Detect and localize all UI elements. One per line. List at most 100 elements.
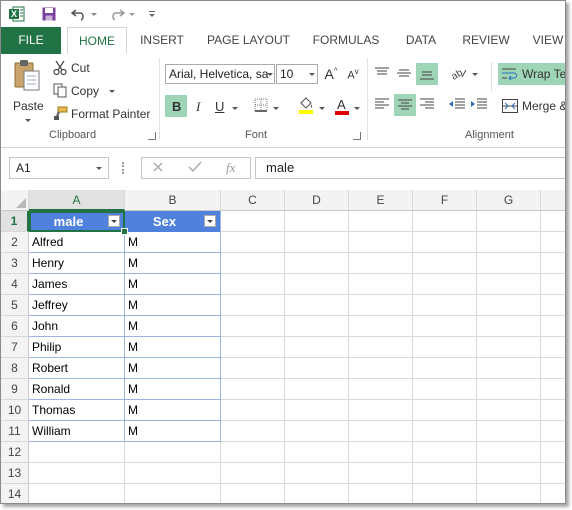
tab-review[interactable]: REVIEW (456, 27, 516, 54)
italic-button[interactable]: I (196, 99, 200, 115)
fill-handle[interactable] (121, 228, 128, 235)
column-header-a[interactable]: A (29, 190, 125, 211)
tab-insert[interactable]: INSERT (135, 27, 189, 54)
merge-center-button[interactable]: Merge & (498, 95, 565, 117)
decrease-indent-button[interactable] (447, 95, 467, 115)
middle-align-button[interactable] (394, 64, 414, 84)
fill-color-dropdown-icon[interactable] (319, 107, 325, 110)
select-all-corner[interactable] (1, 190, 29, 211)
font-launcher-icon[interactable] (353, 132, 361, 140)
row-header-2[interactable]: 2 (1, 232, 29, 253)
align-right-button[interactable] (417, 95, 437, 115)
row-header-9[interactable]: 9 (1, 379, 29, 400)
font-name-field[interactable]: Arial, Helvetica, sa (165, 64, 275, 84)
filter-dropdown-icon[interactable] (108, 215, 120, 227)
formula-input[interactable]: male (255, 157, 565, 179)
name-box[interactable]: A1 (9, 157, 109, 179)
table-cell[interactable]: M (125, 400, 221, 421)
row-header-3[interactable]: 3 (1, 253, 29, 274)
column-header-c[interactable]: C (221, 190, 285, 211)
fill-color-button[interactable] (296, 95, 316, 117)
table-cell[interactable]: M (125, 421, 221, 442)
column-header-d[interactable]: D (285, 190, 349, 211)
column-header-b[interactable]: B (125, 190, 221, 211)
tab-home[interactable]: HOME (67, 27, 127, 54)
enter-check-icon[interactable] (188, 161, 202, 176)
font-color-dropdown-icon[interactable] (354, 107, 360, 110)
decrease-font-size-button[interactable]: Av (343, 64, 363, 84)
orientation-dropdown-icon[interactable] (472, 73, 478, 76)
table-cell[interactable]: M (125, 253, 221, 274)
tab-data[interactable]: DATA (396, 27, 446, 54)
column-header-g[interactable]: G (477, 190, 541, 211)
table-cell[interactable]: M (125, 337, 221, 358)
row-header-5[interactable]: 5 (1, 295, 29, 316)
table-cell[interactable]: M (125, 274, 221, 295)
table-cell[interactable]: M (125, 295, 221, 316)
borders-button[interactable] (252, 97, 270, 115)
format-painter-button[interactable]: Format Painter (51, 105, 153, 123)
table-cell[interactable]: Thomas (29, 400, 125, 421)
redo-dropdown-icon[interactable] (128, 6, 136, 22)
tab-formulas[interactable]: FORMULAS (307, 27, 385, 54)
row-header-11[interactable]: 11 (1, 421, 29, 442)
table-cell[interactable]: M (125, 232, 221, 253)
name-box-dropdown-icon[interactable] (96, 167, 102, 170)
font-size-dropdown-icon[interactable] (309, 73, 315, 76)
wrap-text-button[interactable]: Wrap Te (498, 63, 565, 85)
table-header-cell[interactable]: Sex (125, 211, 221, 232)
table-cell[interactable]: Henry (29, 253, 125, 274)
paste-button[interactable]: Paste (7, 59, 47, 129)
clipboard-launcher-icon[interactable] (148, 132, 156, 140)
table-cell[interactable]: M (125, 358, 221, 379)
row-header-14[interactable]: 14 (1, 484, 29, 503)
table-header-cell[interactable]: male (29, 211, 125, 232)
align-left-button[interactable] (372, 95, 392, 115)
redo-icon[interactable] (109, 6, 125, 22)
row-header-8[interactable]: 8 (1, 358, 29, 379)
row-header-6[interactable]: 6 (1, 316, 29, 337)
underline-button[interactable]: U (215, 99, 224, 114)
font-name-dropdown-icon[interactable] (267, 73, 273, 76)
row-header-1[interactable]: 1 (1, 211, 29, 232)
tab-view[interactable]: VIEW (526, 27, 565, 54)
table-cell[interactable]: Jeffrey (29, 295, 125, 316)
worksheet-grid[interactable]: ABCDEFG 1 2 3 4 5 6 7 8 9 10 11 12 13 14 male Sex Alfre… (1, 190, 565, 503)
table-cell[interactable]: Ronald (29, 379, 125, 400)
bottom-align-button[interactable] (416, 63, 438, 85)
table-cell[interactable]: William (29, 421, 125, 442)
row-header-10[interactable]: 10 (1, 400, 29, 421)
increase-indent-button[interactable] (469, 95, 489, 115)
row-header-4[interactable]: 4 (1, 274, 29, 295)
customize-toolbar-icon[interactable] (147, 6, 157, 22)
tab-page-layout[interactable]: PAGE LAYOUT (201, 27, 296, 54)
top-align-button[interactable] (372, 64, 392, 84)
underline-dropdown-icon[interactable] (232, 107, 238, 110)
cut-button[interactable]: Cut (51, 59, 101, 77)
cancel-icon[interactable] (152, 161, 164, 176)
copy-button[interactable]: Copy (51, 82, 121, 100)
row-header-7[interactable]: 7 (1, 337, 29, 358)
table-cell[interactable]: James (29, 274, 125, 295)
table-cell[interactable]: M (125, 379, 221, 400)
orientation-button[interactable]: ab (448, 64, 470, 84)
table-cell[interactable]: Alfred (29, 232, 125, 253)
table-cell[interactable]: John (29, 316, 125, 337)
table-cell[interactable]: M (125, 316, 221, 337)
column-header-f[interactable]: F (413, 190, 477, 211)
align-center-button[interactable] (394, 94, 416, 116)
table-cell[interactable]: Robert (29, 358, 125, 379)
save-icon[interactable] (41, 6, 57, 22)
row-header-12[interactable]: 12 (1, 442, 29, 463)
increase-font-size-button[interactable]: A^ (321, 64, 341, 84)
insert-function-icon[interactable]: fx (226, 160, 235, 176)
table-cell[interactable]: Philip (29, 337, 125, 358)
undo-dropdown-icon[interactable] (90, 6, 98, 22)
borders-dropdown-icon[interactable] (273, 107, 279, 110)
filter-dropdown-icon[interactable] (204, 215, 216, 227)
tab-file[interactable]: FILE (1, 27, 61, 54)
font-color-button[interactable]: A (333, 95, 351, 117)
column-header-e[interactable]: E (349, 190, 413, 211)
undo-icon[interactable] (71, 6, 87, 22)
row-header-13[interactable]: 13 (1, 463, 29, 484)
